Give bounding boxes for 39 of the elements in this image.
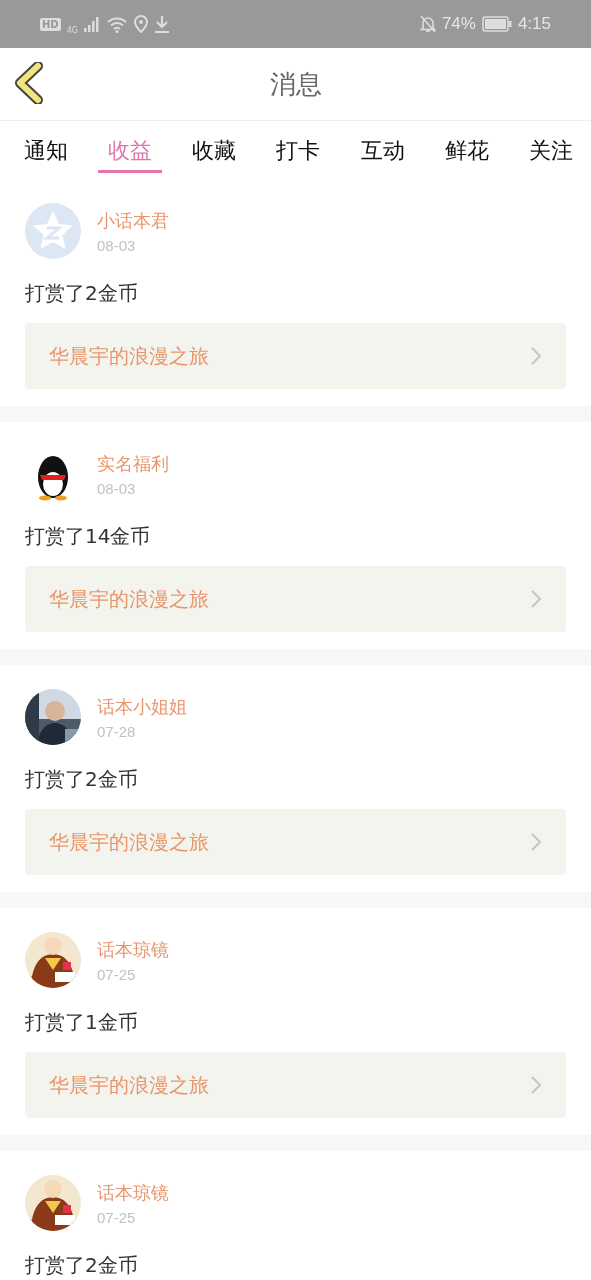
date: 07-25 (97, 1208, 137, 1226)
signal-icon (83, 16, 100, 32)
reward-message: 打赏了2金币 (25, 1252, 139, 1279)
chevron-icon (530, 1075, 542, 1095)
date: 07-28 (97, 722, 137, 740)
hd-badge: HD (40, 17, 61, 31)
network-label: 4G (66, 25, 78, 35)
back-button[interactable] (14, 62, 44, 107)
tab[interactable]: 鲜花 (434, 121, 499, 173)
back-icon (14, 62, 44, 104)
chevron-icon (530, 346, 542, 366)
reward-message: 打赏了2金币 (25, 280, 139, 307)
date: 08-03 (97, 236, 137, 254)
reward-message: 打赏了1金币 (25, 1009, 139, 1036)
user-name: 话本琼镜 (97, 1180, 169, 1205)
clock: 4:15 (517, 14, 551, 34)
reward-message: 打赏了2金币 (25, 766, 139, 793)
battery-icon (481, 16, 512, 32)
avatar-icon (25, 203, 81, 259)
tab[interactable]: 打卡 (266, 121, 331, 173)
tab[interactable]: 收藏 (182, 121, 247, 173)
chevron-icon (530, 589, 542, 609)
tab[interactable]: 关注 (518, 121, 583, 173)
user-name: 话本琼镜 (97, 937, 169, 962)
tab[interactable]: 互动 (350, 121, 415, 173)
user-name: 小话本君 (97, 208, 169, 233)
battery-percent: 74% (441, 14, 476, 34)
date: 08-03 (97, 479, 137, 497)
tab[interactable]: 通知 (14, 121, 78, 173)
download-icon (153, 15, 170, 33)
date: 07-25 (97, 965, 137, 983)
chevron-icon (530, 832, 542, 852)
reward-message: 打赏了14金币 (25, 523, 152, 550)
page-title: 消息 (269, 67, 322, 101)
location-icon (133, 15, 148, 33)
user-name: 话本小姐姐 (97, 694, 187, 719)
bell-off-icon (419, 15, 436, 33)
user-name: 实名福利 (97, 451, 169, 476)
wifi-icon (105, 15, 128, 33)
